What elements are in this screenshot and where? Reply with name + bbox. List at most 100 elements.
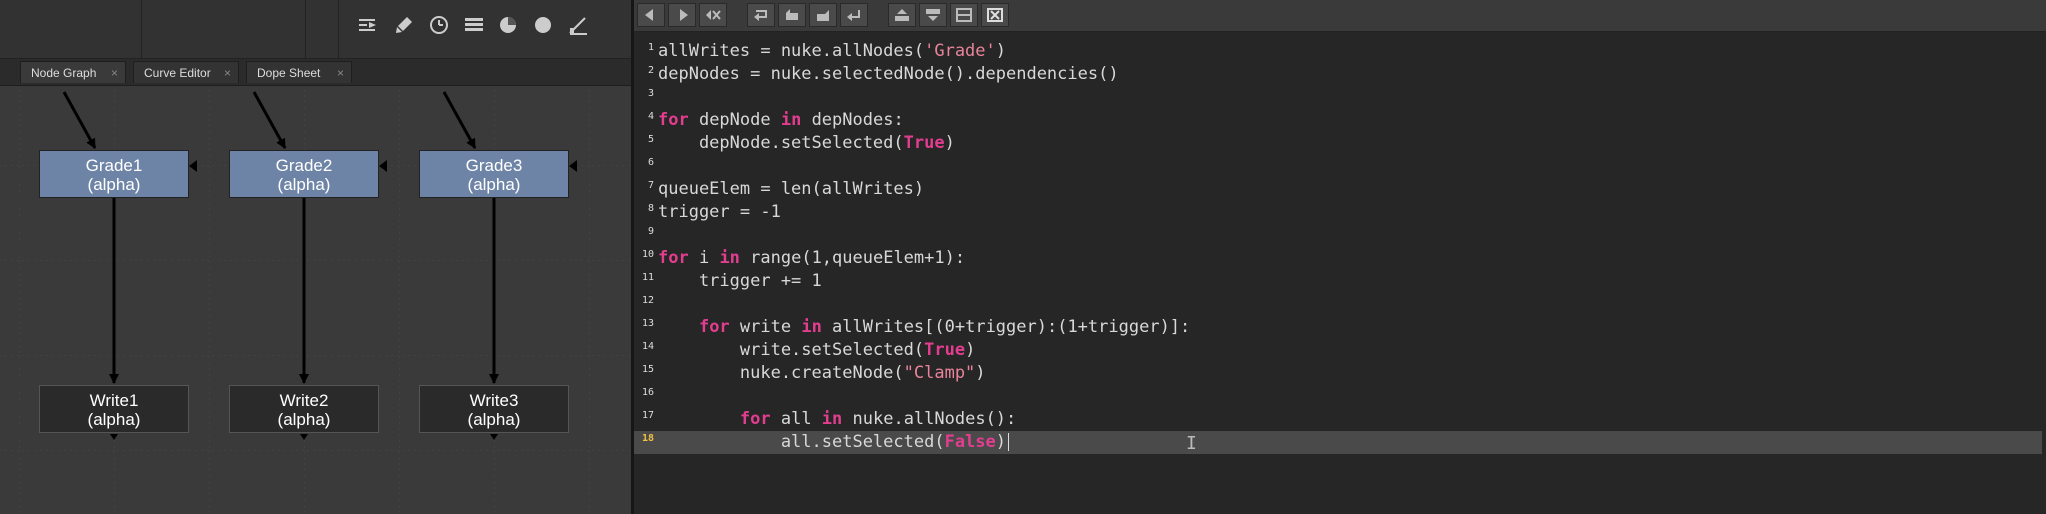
script-input-editor[interactable]: 1 allWrites = nuke.allNodes('Grade') 2 depN… xyxy=(634,32,2046,514)
code-line[interactable]: 9 xyxy=(634,224,2042,247)
line-number: 13 xyxy=(641,318,654,329)
write-node[interactable]: Write1 (alpha) xyxy=(39,385,189,433)
grade-node[interactable]: Grade1 (alpha) xyxy=(39,150,189,198)
save-script-icon xyxy=(817,10,829,21)
node-channel: (alpha) xyxy=(467,175,521,194)
clock-icon[interactable] xyxy=(428,14,450,36)
next-script-icon xyxy=(680,9,688,21)
code-token: trigger += 1 xyxy=(658,271,822,291)
script-editor-icon[interactable] xyxy=(357,14,379,36)
brush-icon[interactable] xyxy=(393,14,415,36)
line-number: 4 xyxy=(647,111,654,122)
code-token: for xyxy=(658,248,689,268)
code-line[interactable]: 11 trigger += 1 xyxy=(634,270,2042,293)
tab-dope-sheet[interactable]: Dope Sheet × xyxy=(246,61,352,83)
write-node[interactable]: Write3 (alpha) xyxy=(419,385,569,433)
code-token: "Clamp" xyxy=(903,363,976,383)
code-line[interactable]: 15 nuke.createNode("Clamp") xyxy=(634,362,2042,385)
code-token: depNodes: xyxy=(801,110,904,130)
close-icon[interactable]: × xyxy=(224,62,231,84)
tab-curve-editor[interactable]: Curve Editor × xyxy=(133,61,239,83)
code-text: all.setSelected(False) xyxy=(658,432,1006,452)
code-line[interactable]: 18 all.setSelected(False) xyxy=(634,431,2042,454)
code-text: nuke.createNode("Clamp") xyxy=(658,363,986,383)
node-channel: (alpha) xyxy=(277,175,331,194)
code-token: True xyxy=(903,133,945,153)
code-line[interactable]: 16 xyxy=(634,385,2042,408)
code-line[interactable]: 12 xyxy=(634,293,2042,316)
text-cursor xyxy=(1008,433,1009,451)
line-number: 9 xyxy=(647,226,654,237)
node-name: Grade3 xyxy=(465,156,523,175)
show-input-button[interactable] xyxy=(888,3,916,27)
line-number: 7 xyxy=(647,180,654,191)
tab-node-graph[interactable]: Node Graph × xyxy=(20,61,126,83)
load-script-button[interactable] xyxy=(778,3,806,27)
code-line[interactable]: 7 queueElem = len(allWrites) xyxy=(634,178,2042,201)
pie-icon[interactable] xyxy=(497,14,519,36)
line-number: 17 xyxy=(641,410,654,421)
code-line[interactable]: 14 write.setSelected(True) xyxy=(634,339,2042,362)
show-input-icon xyxy=(895,9,909,21)
code-text: queueElem = len(allWrites) xyxy=(658,179,924,199)
grade-node[interactable]: Grade2 (alpha) xyxy=(229,150,379,198)
code-token: False xyxy=(944,432,996,452)
code-text: depNode.setSelected(True) xyxy=(658,133,955,153)
grade-node[interactable]: Grade3 (alpha) xyxy=(419,150,569,198)
toolbar-divider xyxy=(141,0,142,58)
code-token: for xyxy=(739,409,771,429)
code-text: trigger += 1 xyxy=(658,271,822,291)
code-line[interactable]: 3 xyxy=(634,86,2042,109)
code-token: nuke.createNode( xyxy=(658,363,904,383)
panel-tab-bar: Node Graph × Curve Editor × Dope Sheet × xyxy=(0,59,631,86)
circle-icon[interactable] xyxy=(532,14,554,36)
code-line[interactable]: 13 for write in allWrites[(0+trigger):(1… xyxy=(634,316,2042,339)
node-channel: (alpha) xyxy=(87,410,141,429)
toolbar-divider xyxy=(305,0,306,58)
probe-icon[interactable] xyxy=(567,14,589,36)
code-token: depNode xyxy=(688,110,781,130)
code-line[interactable]: 2 depNodes = nuke.selectedNode().dependen… xyxy=(634,63,2042,86)
code-line[interactable]: 17 for all in nuke.allNodes(): xyxy=(634,408,2042,431)
code-token: depNodes = nuke.selectedNode().dependenc… xyxy=(658,64,1119,84)
code-token: allWrites[(0+trigger):(1+trigger)]: xyxy=(821,317,1191,337)
save-script-button[interactable] xyxy=(809,3,837,27)
code-token: all.setSelected( xyxy=(658,432,945,452)
code-text: allWrites = nuke.allNodes('Grade') xyxy=(658,41,1006,61)
code-token: in xyxy=(821,409,843,429)
previous-script-button[interactable] xyxy=(637,3,665,27)
next-script-button[interactable] xyxy=(668,3,696,27)
line-number: 5 xyxy=(647,134,654,145)
code-line[interactable]: 8 trigger = -1 xyxy=(634,201,2042,224)
code-token: ) xyxy=(965,340,976,360)
code-line[interactable]: 5 depNode.setSelected(True) xyxy=(634,132,2042,155)
line-number: 18 xyxy=(641,433,654,444)
node-graph-toolbar xyxy=(0,0,631,59)
show-both-button[interactable] xyxy=(950,3,978,27)
line-number: 3 xyxy=(647,88,654,99)
code-line[interactable]: 6 xyxy=(634,155,2042,178)
close-icon[interactable]: × xyxy=(337,62,344,84)
node-graph-canvas[interactable]: Grade1 (alpha) Grade2 (alpha) Grade3 (al… xyxy=(0,86,631,514)
write-node[interactable]: Write2 (alpha) xyxy=(229,385,379,433)
code-line[interactable]: 4 for depNode in depNodes: xyxy=(634,109,2042,132)
code-text: depNodes = nuke.selectedNode().dependenc… xyxy=(658,64,1119,84)
code-token: nuke.allNodes(): xyxy=(842,409,1017,429)
code-token: True xyxy=(924,340,966,360)
code-line[interactable]: 1 allWrites = nuke.allNodes('Grade') xyxy=(634,40,2042,63)
show-output-button[interactable] xyxy=(919,3,947,27)
node-channel: (alpha) xyxy=(277,410,331,429)
code-token: for xyxy=(658,110,689,130)
source-script-button[interactable] xyxy=(747,3,775,27)
show-both-icon xyxy=(956,8,972,22)
list-icon[interactable] xyxy=(463,14,485,36)
close-icon[interactable]: × xyxy=(111,62,118,84)
node-name: Grade2 xyxy=(275,156,333,175)
code-line[interactable]: 10 for i in range(1,queueElem+1): xyxy=(634,247,2042,270)
run-script-button[interactable] xyxy=(840,3,868,27)
code-token: queueElem = len(allWrites) xyxy=(658,179,925,199)
code-text: for all in nuke.allNodes(): xyxy=(658,409,1016,429)
clear-output-button[interactable] xyxy=(981,3,1009,27)
clear-history-button[interactable] xyxy=(699,3,727,27)
